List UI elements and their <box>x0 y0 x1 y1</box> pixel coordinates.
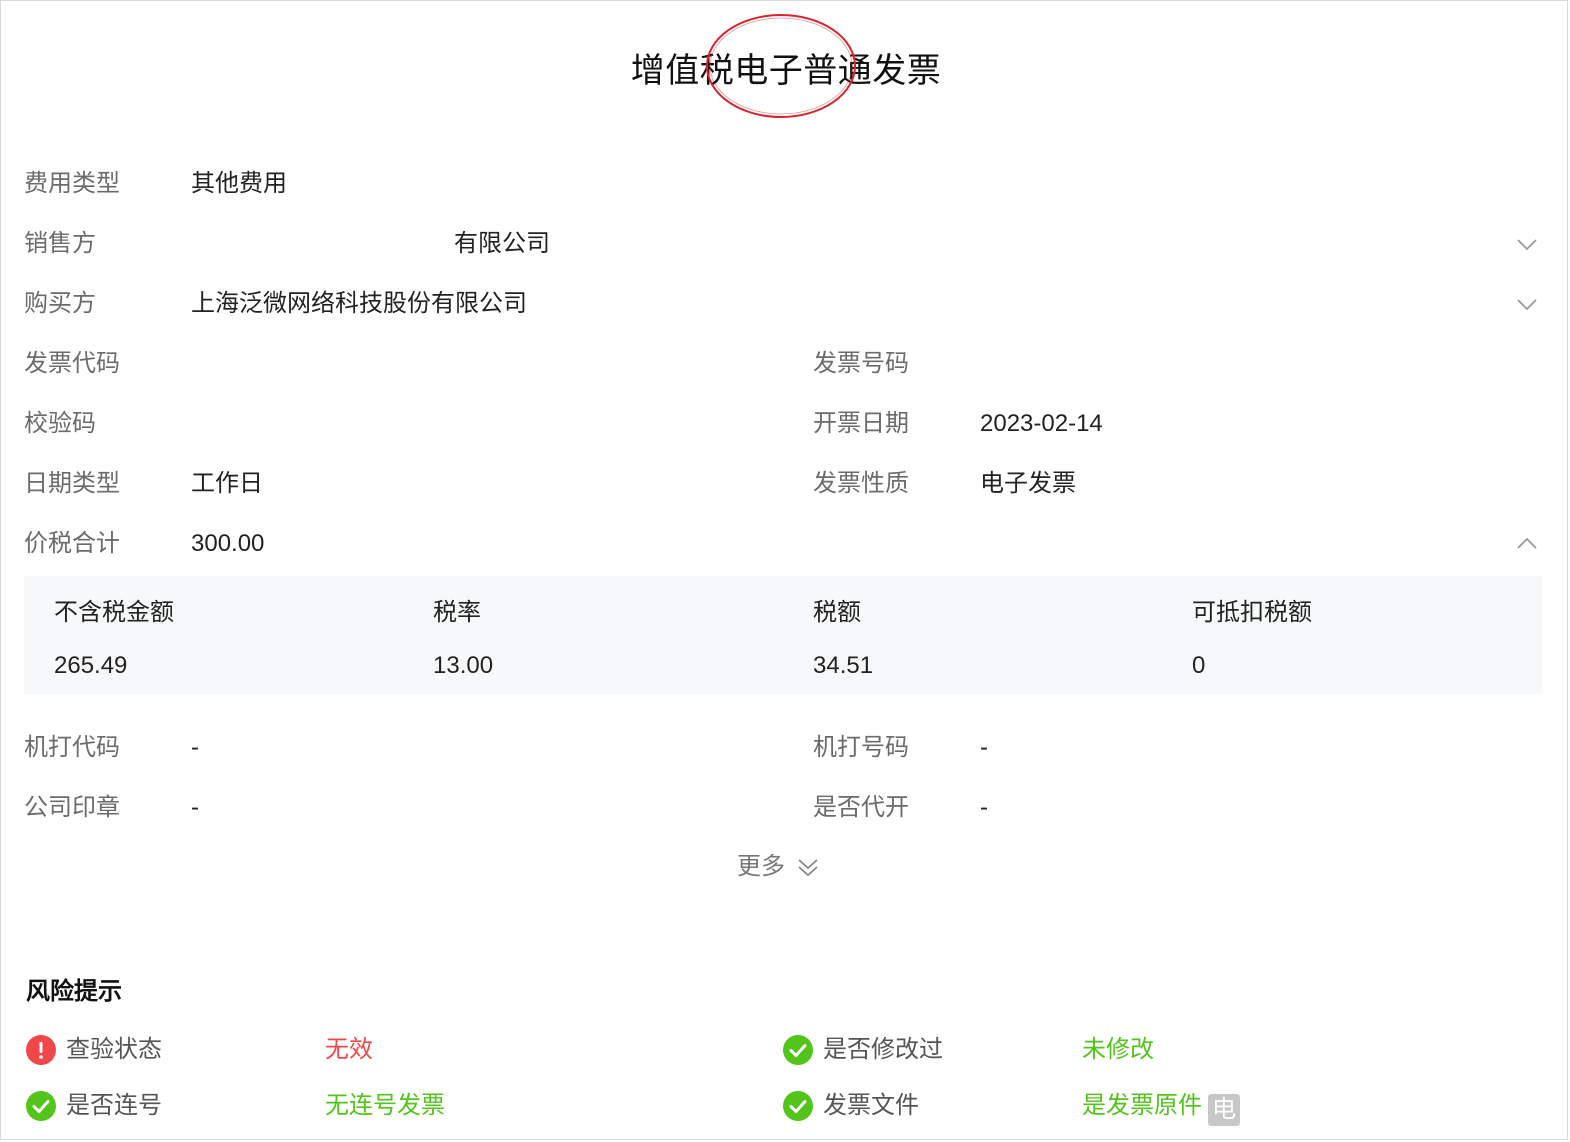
invoice-panel: 增值税电子普通发票 费用类型 其他费用 销售方 有限公司 购买方 上海泛微网络科… <box>0 0 1568 1140</box>
chevron-down-icon[interactable] <box>1515 292 1539 316</box>
risk-label: 是否连号 <box>66 1092 162 1119</box>
row-check-code: 校验码 开票日期 2023-02-14 <box>1 404 1570 444</box>
tax-header: 税率 <box>433 599 481 626</box>
invoice-nature-label: 发票性质 <box>813 470 909 497</box>
risk-label: 是否修改过 <box>823 1036 943 1063</box>
risk-value-check-status: 无效 <box>325 1036 373 1063</box>
invoice-number-label: 发票号码 <box>813 350 909 377</box>
risk-value-consecutive: 无连号发票 <box>325 1092 445 1119</box>
row-company-seal: 公司印章 - 是否代开 - <box>1 788 1570 828</box>
machine-number-value: - <box>980 734 988 761</box>
more-label: 更多 <box>737 853 785 880</box>
machine-code-value: - <box>191 734 199 761</box>
total-value: 300.00 <box>191 530 265 557</box>
issue-date-value: 2023-02-14 <box>980 410 1103 437</box>
tax-header: 可抵扣税额 <box>1192 599 1312 626</box>
invoice-file-value: 是发票原件 <box>1082 1092 1202 1119</box>
row-expense-type: 费用类型 其他费用 <box>1 164 1570 204</box>
row-date-type: 日期类型 工作日 发票性质 电子发票 <box>1 464 1570 504</box>
more-button[interactable]: 更多 <box>737 849 818 885</box>
risk-value-modified: 未修改 <box>1082 1036 1154 1063</box>
seller-value: 有限公司 <box>454 230 550 257</box>
row-total[interactable]: 价税合计 300.00 <box>1 524 1570 564</box>
expense-type-value: 其他费用 <box>191 170 287 197</box>
chevron-down-icon[interactable] <box>1515 232 1539 256</box>
machine-number-label: 机打号码 <box>813 734 909 761</box>
risk-label: 查验状态 <box>66 1036 162 1063</box>
tax-value: 0 <box>1192 652 1206 679</box>
company-seal-label: 公司印章 <box>24 794 120 821</box>
agent-issued-value: - <box>980 794 988 821</box>
check-code-label: 校验码 <box>24 410 96 437</box>
double-chevron-down-icon <box>798 859 818 877</box>
seller-label: 销售方 <box>24 230 96 257</box>
buyer-label: 购买方 <box>24 290 96 317</box>
row-machine-code: 机打代码 - 机打号码 - <box>1 728 1570 768</box>
check-circle-icon <box>783 1035 813 1065</box>
agent-issued-label: 是否代开 <box>813 794 909 821</box>
expense-type-label: 费用类型 <box>24 170 120 197</box>
invoice-nature-value: 电子发票 <box>980 470 1076 497</box>
check-circle-icon <box>26 1091 56 1121</box>
tax-value: 265.49 <box>54 652 128 679</box>
risk-label: 发票文件 <box>823 1092 919 1119</box>
invoice-code-label: 发票代码 <box>24 350 120 377</box>
total-label: 价税合计 <box>24 530 120 557</box>
tax-header: 不含税金额 <box>54 599 174 626</box>
tax-breakdown-panel: 不含税金额 税率 税额 可抵扣税额 265.49 13.00 34.51 0 <box>24 576 1542 694</box>
tax-header: 税额 <box>813 599 861 626</box>
issue-date-label: 开票日期 <box>813 410 909 437</box>
company-seal-value: - <box>191 794 199 821</box>
row-seller[interactable]: 销售方 有限公司 <box>1 224 1570 264</box>
date-type-value: 工作日 <box>191 470 263 497</box>
electronic-badge: 电 <box>1208 1094 1240 1126</box>
seal-stamp-icon <box>706 14 856 118</box>
error-circle-icon <box>26 1035 56 1065</box>
tax-value: 13.00 <box>433 652 494 679</box>
row-invoice-code: 发票代码 发票号码 <box>1 344 1570 384</box>
date-type-label: 日期类型 <box>24 470 120 497</box>
machine-code-label: 机打代码 <box>24 734 120 761</box>
risk-value-invoice-file: 是发票原件电 <box>1082 1088 1240 1126</box>
row-buyer[interactable]: 购买方 上海泛微网络科技股份有限公司 <box>1 284 1570 324</box>
chevron-up-icon[interactable] <box>1515 532 1539 556</box>
buyer-value: 上海泛微网络科技股份有限公司 <box>191 290 527 317</box>
risk-section-title: 风险提示 <box>26 978 122 1005</box>
tax-value: 34.51 <box>813 652 874 679</box>
check-circle-icon <box>783 1091 813 1121</box>
